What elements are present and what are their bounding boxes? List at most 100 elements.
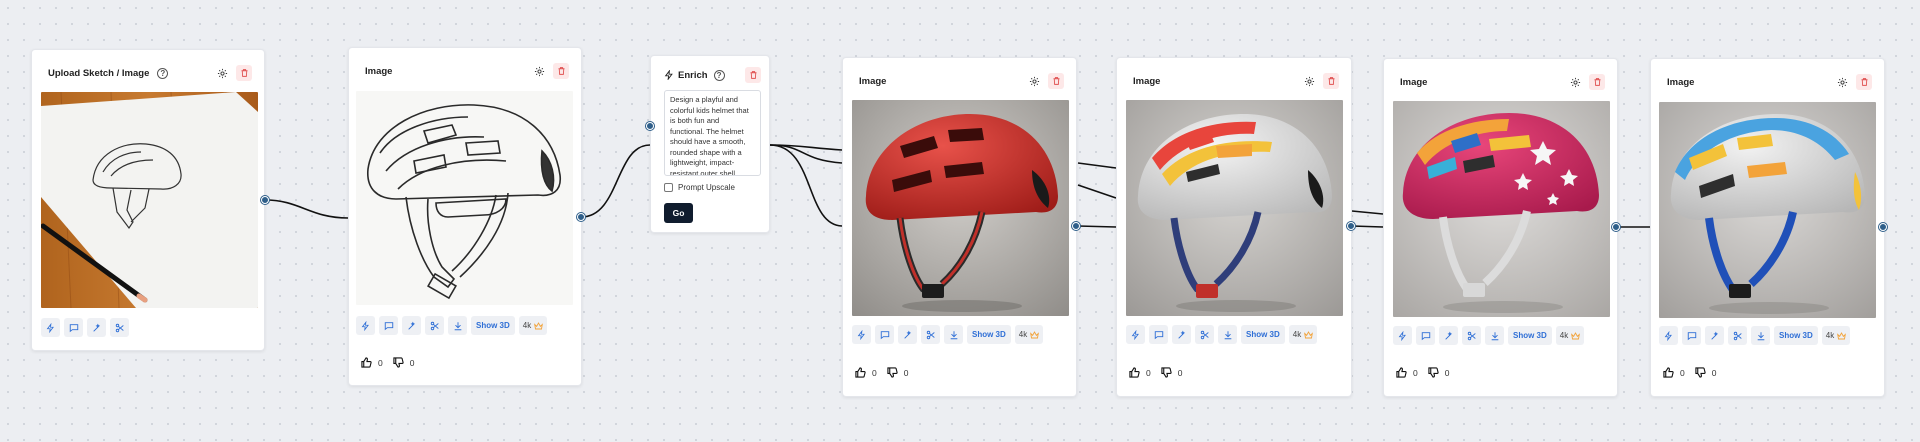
upload-output-handle[interactable] (261, 196, 269, 204)
delete-button[interactable] (1048, 73, 1064, 89)
comment-button[interactable] (1149, 325, 1168, 344)
magic-wand-button[interactable] (402, 316, 421, 335)
thumbs-down-icon[interactable] (887, 367, 898, 378)
thumbs-up-icon[interactable] (361, 357, 372, 368)
thumbs-down-icon[interactable] (1428, 367, 1439, 378)
thumbs-up-icon[interactable] (1129, 367, 1140, 378)
scissors-button[interactable] (1462, 326, 1481, 345)
image-node-3[interactable]: Image Show 3D 4k 0 0 (1116, 57, 1352, 397)
image-output-handle[interactable] (1612, 223, 1620, 231)
gear-icon (1837, 77, 1847, 87)
comment-button[interactable] (1682, 326, 1701, 345)
help-icon[interactable]: ? (157, 67, 169, 79)
scissors-button[interactable] (1728, 326, 1747, 345)
bolt-button[interactable] (852, 325, 871, 344)
settings-button[interactable] (214, 65, 230, 81)
edge-image2-image3-a (1077, 162, 1117, 169)
settings-button[interactable] (1026, 73, 1042, 89)
upscale-4k-button[interactable]: 4k (1288, 325, 1318, 344)
download-button[interactable] (1485, 326, 1504, 345)
prompt-upscale-option[interactable]: Prompt Upscale (664, 183, 735, 192)
bolt-icon (46, 322, 54, 333)
like-count: 0 (378, 357, 383, 368)
delete-button[interactable] (1589, 74, 1605, 90)
upscale-4k-button[interactable]: 4k (1821, 326, 1851, 345)
image-node-1[interactable]: Image Show 3D 4k 0 0 (348, 47, 582, 386)
image-node-2[interactable]: Image Show 3D 4k 0 0 (842, 57, 1077, 397)
thumbs-down-icon[interactable] (1161, 367, 1172, 378)
delete-button[interactable] (553, 63, 569, 79)
image-node-5[interactable]: Image Show 3D 4k 0 0 (1650, 58, 1885, 397)
gear-icon (1304, 76, 1314, 86)
magic-wand-button[interactable] (87, 318, 106, 337)
show-3d-button[interactable]: Show 3D (967, 325, 1011, 344)
workflow-canvas[interactable]: Upload Sketch / Image ? Image Show 3D 4k… (0, 0, 1920, 442)
image-output-handle[interactable] (1347, 222, 1355, 230)
thumbs-up-icon[interactable] (1396, 367, 1407, 378)
magic-wand-button[interactable] (1705, 326, 1724, 345)
bolt-button[interactable] (1659, 326, 1678, 345)
helmet-sketch-image (356, 91, 573, 305)
settings-button[interactable] (1567, 74, 1583, 90)
delete-button[interactable] (745, 67, 761, 83)
thumbs-up-icon[interactable] (855, 367, 866, 378)
upscale-4k-button[interactable]: 4k (1014, 325, 1044, 344)
delete-button[interactable] (236, 65, 252, 81)
thumbs-down-icon[interactable] (393, 357, 404, 368)
thumbs-up-icon[interactable] (1663, 367, 1674, 378)
download-button[interactable] (448, 316, 467, 335)
magic-wand-button[interactable] (898, 325, 917, 344)
upscale-4k-button[interactable]: 4k (518, 316, 548, 335)
settings-button[interactable] (1834, 74, 1850, 90)
magic-wand-button[interactable] (1439, 326, 1458, 345)
scissors-button[interactable] (110, 318, 129, 337)
crown-icon (1837, 331, 1847, 339)
go-button[interactable]: Go (664, 203, 693, 223)
help-icon[interactable]: ? (713, 69, 725, 81)
show-3d-button[interactable]: Show 3D (1241, 325, 1285, 344)
upload-node[interactable]: Upload Sketch / Image ? (31, 49, 265, 351)
bolt-button[interactable] (1126, 325, 1145, 344)
image-output-handle[interactable] (577, 213, 585, 221)
show-3d-button[interactable]: Show 3D (1774, 326, 1818, 345)
settings-button[interactable] (1301, 73, 1317, 89)
bolt-button[interactable] (356, 316, 375, 335)
magic-wand-icon (1177, 330, 1185, 339)
prompt-upscale-checkbox[interactable] (664, 183, 673, 192)
image-output-handle[interactable] (1072, 222, 1080, 230)
comment-button[interactable] (1416, 326, 1435, 345)
enrich-node[interactable]: Enrich ? Design a playful and colorful k… (650, 55, 770, 233)
download-button[interactable] (1218, 325, 1237, 344)
image-node-title: Image (365, 65, 393, 77)
scissors-button[interactable] (921, 325, 940, 344)
bolt-button[interactable] (41, 318, 60, 337)
image-node-4[interactable]: Image Show 3D 4k 0 0 (1383, 58, 1618, 397)
enrich-input-handle[interactable] (646, 122, 654, 130)
scissors-button[interactable] (425, 316, 444, 335)
download-icon (950, 330, 957, 339)
settings-button[interactable] (531, 63, 547, 79)
image-output-handle[interactable] (1879, 223, 1887, 231)
bolt-icon (1398, 330, 1406, 341)
upscale-4k-button[interactable]: 4k (1555, 326, 1585, 345)
comment-button[interactable] (379, 316, 398, 335)
show-3d-button[interactable]: Show 3D (1508, 326, 1552, 345)
bolt-icon (1131, 329, 1139, 340)
delete-button[interactable] (1323, 73, 1339, 89)
bolt-button[interactable] (1393, 326, 1412, 345)
like-count: 0 (872, 367, 877, 378)
thumbs-down-icon[interactable] (1695, 367, 1706, 378)
scissors-button[interactable] (1195, 325, 1214, 344)
resolution-label: 4k (1825, 331, 1835, 340)
download-button[interactable] (944, 325, 963, 344)
comment-button[interactable] (64, 318, 83, 337)
magic-wand-button[interactable] (1172, 325, 1191, 344)
gear-icon (534, 66, 544, 76)
comment-button[interactable] (875, 325, 894, 344)
enrich-prompt-textarea[interactable]: Design a playful and colorful kids helme… (664, 90, 761, 176)
download-button[interactable] (1751, 326, 1770, 345)
trash-icon (1861, 78, 1867, 86)
vote-row: 0 0 (1663, 367, 1716, 378)
delete-button[interactable] (1856, 74, 1872, 90)
show-3d-button[interactable]: Show 3D (471, 316, 515, 335)
